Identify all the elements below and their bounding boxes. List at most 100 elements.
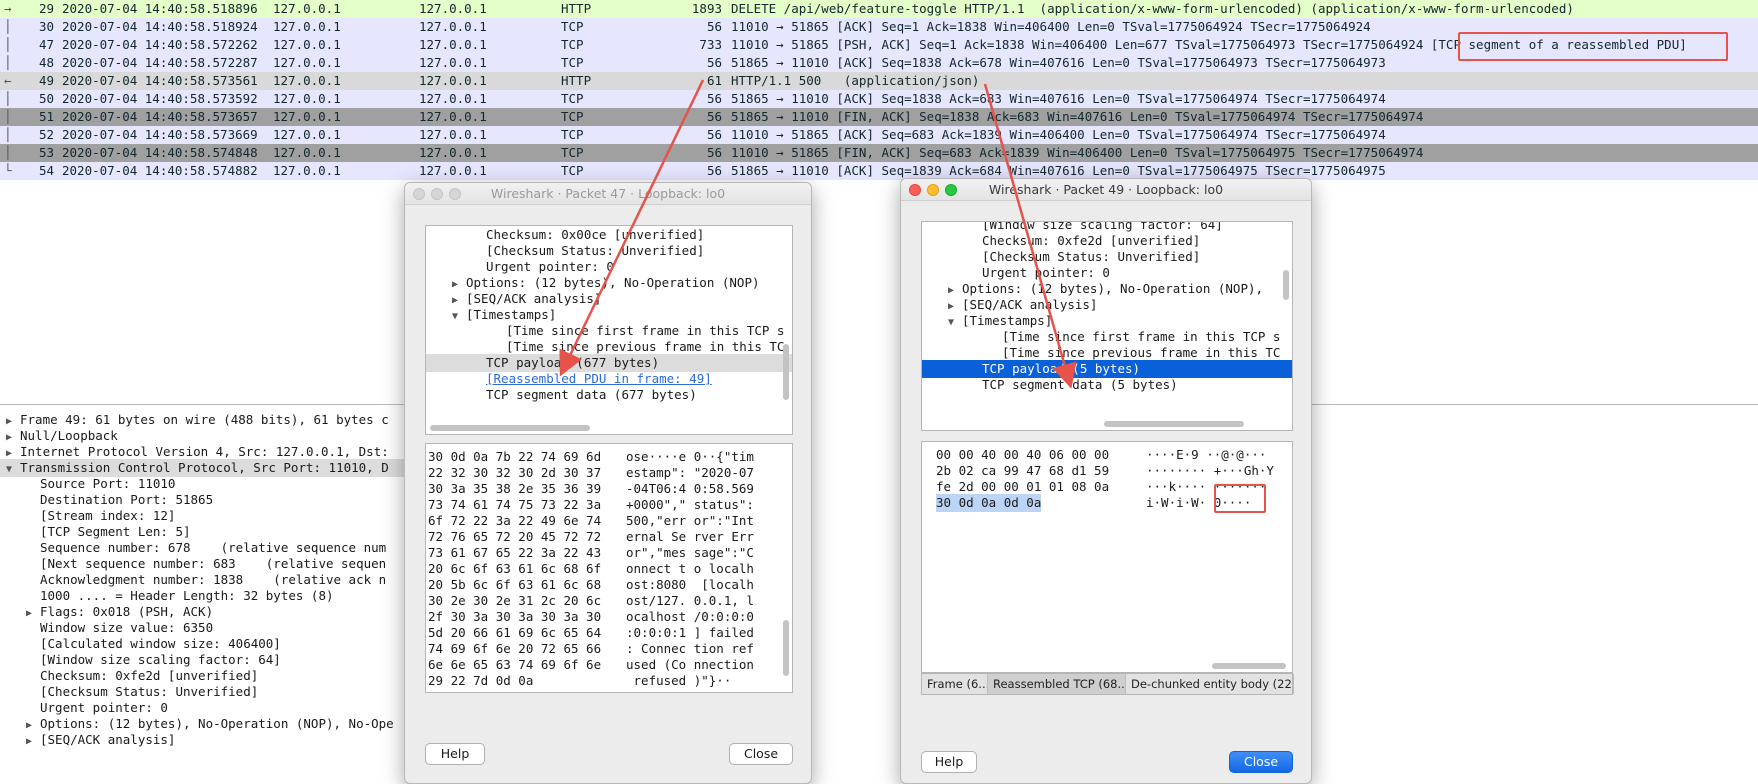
detail-text: Transmission Control Protocol, Src Port:… [20, 460, 389, 475]
detail-text: [SEQ/ACK analysis] [40, 732, 176, 747]
close-window-icon[interactable] [909, 184, 921, 196]
packet-49-dialog[interactable]: Wireshark · Packet 49 · Loopback: lo0 [W… [900, 178, 1312, 784]
packet-source: 127.0.0.1 [273, 19, 341, 34]
tree-row[interactable]: TCP segment data (677 bytes) [472, 386, 697, 404]
packet-row[interactable]: │ 53 2020-07-04 14:40:58.574848 127.0.0.1 12… [0, 144, 1758, 162]
close-button[interactable]: Close [1229, 751, 1293, 773]
hex-bytes[interactable]: 29 22 7d 0d 0a [428, 672, 533, 690]
hex-ascii[interactable]: refused )"}·· [626, 672, 732, 690]
packet-time: 2020-07-04 14:40:58.518924 [62, 19, 258, 34]
detail-text: Frame 49: 61 bytes on wire (488 bits), 6… [20, 412, 389, 427]
packet-47-titlebar[interactable]: Wireshark · Packet 47 · Loopback: lo0 [405, 183, 811, 205]
packet-row[interactable]: │ 48 2020-07-04 14:40:58.572287 127.0.0.1 12… [0, 54, 1758, 72]
packet-row[interactable]: → 29 2020-07-04 14:40:58.518896 127.0.0.1 12… [0, 0, 1758, 18]
packet-details-pane[interactable]: ▶ Frame 49: 61 bytes on wire (488 bits), … [0, 404, 420, 784]
tree-text: [Timestamps] [466, 307, 557, 322]
vertical-scrollbar[interactable] [1283, 270, 1289, 300]
packet-source: 127.0.0.1 [273, 1, 341, 16]
tree-text: [Time since first frame in this TCP s [506, 323, 785, 338]
packet-protocol: TCP [561, 19, 584, 34]
tree-text: Urgent pointer: 0 [486, 259, 614, 274]
horizontal-scrollbar[interactable] [1212, 663, 1286, 669]
zoom-window-icon[interactable] [449, 188, 461, 200]
horizontal-scrollbar[interactable] [430, 425, 590, 431]
byte-tab[interactable]: De-chunked entity body (22... [1126, 674, 1294, 694]
help-button[interactable]: Help [921, 751, 977, 773]
packet-49-tree[interactable]: [Window size scaling factor: 64] Checksum… [921, 221, 1293, 431]
tree-text: [Time since first frame in this TCP s [1002, 329, 1281, 344]
packet-47-bytes[interactable]: 30 0d 0a 7b 22 74 69 6d ose····e 0··{"tim… [425, 443, 793, 693]
byte-tab[interactable]: Frame (6... [922, 674, 988, 694]
tree-text: [SEQ/ACK analysis] [466, 291, 602, 306]
packet-info: 51865 → 11010 [ACK] Seq=1838 Ack=678 Win… [731, 55, 1386, 70]
packet-info: HTTP/1.1 500 (application/json) [731, 73, 980, 88]
tree-text: [Checksum Status: Unverified] [982, 249, 1201, 264]
packet-time: 2020-07-04 14:40:58.518896 [62, 1, 258, 16]
byte-tab[interactable]: Reassembled TCP (68... [988, 674, 1126, 694]
packet-row[interactable]: ← 49 2020-07-04 14:40:58.573561 127.0.0.1 12… [0, 72, 1758, 90]
detail-text: Source Port: 11010 [40, 476, 176, 491]
packet-source: 127.0.0.1 [273, 73, 341, 88]
horizontal-scrollbar[interactable] [1104, 421, 1244, 427]
packet-49-titlebar[interactable]: Wireshark · Packet 49 · Loopback: lo0 [901, 179, 1311, 201]
minimize-window-icon[interactable] [431, 188, 443, 200]
detail-row[interactable]: ▶ [SEQ/ACK analysis] [26, 731, 175, 749]
collapsed-triangle-icon[interactable]: ▶ [26, 733, 40, 751]
packet-row[interactable]: │ 47 2020-07-04 14:40:58.572262 127.0.0.1 12… [0, 36, 1758, 54]
relation-marker: └ [4, 163, 12, 178]
zoom-window-icon[interactable] [945, 184, 957, 196]
detail-text: Options: (12 bytes), No-Operation (NOP),… [40, 716, 394, 731]
close-button[interactable]: Close [729, 743, 793, 765]
tree-text: TCP segment data (5 bytes) [982, 377, 1178, 392]
expanded-triangle-icon[interactable]: ▼ [452, 308, 466, 326]
packet-list[interactable]: → 29 2020-07-04 14:40:58.518896 127.0.0.1 12… [0, 0, 1758, 182]
hex-ascii[interactable]: i·W·i·W· 0···· [1146, 494, 1251, 512]
tree-text: [Window size scaling factor: 64] [982, 221, 1223, 232]
packet-source: 127.0.0.1 [273, 145, 341, 160]
packet-protocol: TCP [561, 163, 584, 178]
reassembled-pdu-link[interactable]: [Reassembled PDU in frame: 49] [486, 371, 712, 386]
vertical-scrollbar[interactable] [783, 344, 789, 400]
packet-row[interactable]: │ 51 2020-07-04 14:40:58.573657 127.0.0.1 12… [0, 108, 1758, 126]
packet-protocol: TCP [561, 37, 584, 52]
close-window-icon[interactable] [413, 188, 425, 200]
packet-49-byte-tabs[interactable]: Frame (6... Reassembled TCP (68... De-chun… [921, 673, 1294, 695]
expanded-triangle-icon[interactable]: ▼ [6, 461, 20, 479]
packet-info: DELETE /api/web/feature-toggle HTTP/1.1 … [731, 1, 1574, 16]
packet-row[interactable]: └ 54 2020-07-04 14:40:58.574882 127.0.0.1 12… [0, 162, 1758, 180]
expanded-triangle-icon[interactable]: ▼ [948, 314, 962, 332]
vertical-scrollbar[interactable] [783, 620, 789, 676]
detail-text: Acknowledgment number: 1838 (relative ac… [40, 572, 387, 587]
packet-source: 127.0.0.1 [273, 163, 341, 178]
packet-source: 127.0.0.1 [273, 127, 341, 142]
packet-47-tree[interactable]: Checksum: 0x00ce [unverified] [Checksum S… [425, 225, 793, 435]
packet-row[interactable]: │ 30 2020-07-04 14:40:58.518924 127.0.0.1 12… [0, 18, 1758, 36]
packet-number: 47 [38, 37, 54, 52]
packet-time: 2020-07-04 14:40:58.572287 [62, 55, 258, 70]
packet-destination: 127.0.0.1 [419, 37, 487, 52]
packet-protocol: TCP [561, 91, 584, 106]
hex-bytes[interactable]: 30 0d 0a 0d 0a [936, 494, 1042, 512]
tree-text: [Time since previous frame in this TC [1002, 345, 1281, 360]
minimize-window-icon[interactable] [927, 184, 939, 196]
packet-destination: 127.0.0.1 [419, 73, 487, 88]
relation-marker: │ [4, 109, 12, 124]
packet-length: 56 [706, 145, 722, 160]
detail-text: 1000 .... = Header Length: 32 bytes (8) [40, 588, 334, 603]
help-button[interactable]: Help [425, 743, 485, 765]
packet-row[interactable]: │ 52 2020-07-04 14:40:58.573669 127.0.0.1 12… [0, 126, 1758, 144]
packet-destination: 127.0.0.1 [419, 145, 487, 160]
detail-text: [TCP Segment Len: 5] [40, 524, 191, 539]
packet-details-pane-right [1312, 404, 1758, 784]
packet-source: 127.0.0.1 [273, 109, 341, 124]
packet-protocol: HTTP [561, 1, 592, 16]
packet-destination: 127.0.0.1 [419, 19, 487, 34]
packet-row[interactable]: │ 50 2020-07-04 14:40:58.573592 127.0.0.1 12… [0, 90, 1758, 108]
packet-time: 2020-07-04 14:40:58.573561 [62, 73, 258, 88]
packet-time: 2020-07-04 14:40:58.573592 [62, 91, 258, 106]
tree-row[interactable]: TCP segment data (5 bytes) [968, 376, 1178, 394]
packet-49-bytes[interactable]: 00 00 40 00 40 06 00 00 ····E·9 ··@·@··· 2… [921, 441, 1293, 673]
packet-47-dialog[interactable]: Wireshark · Packet 47 · Loopback: lo0 Ch… [404, 182, 812, 784]
relation-marker: │ [4, 37, 12, 52]
packet-number: 30 [38, 19, 54, 34]
